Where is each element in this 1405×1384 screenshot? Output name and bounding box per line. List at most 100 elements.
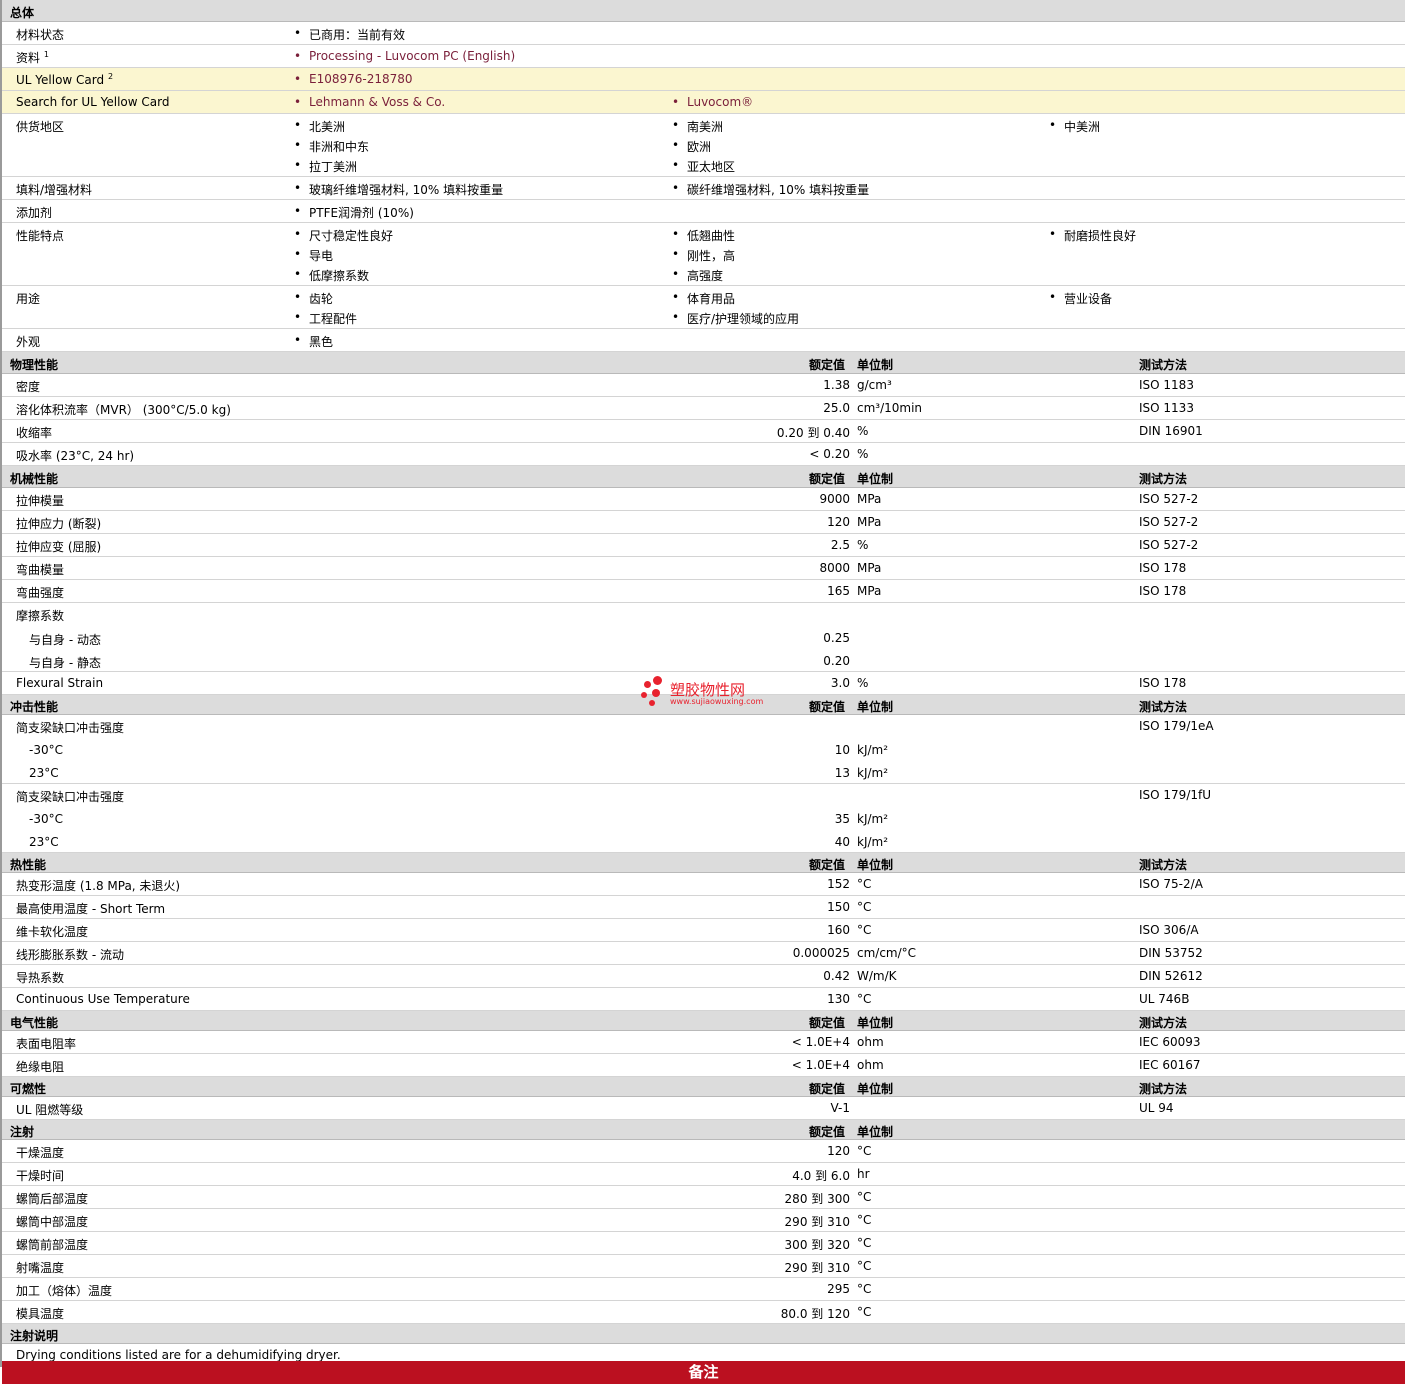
- value: 3.0: [830, 676, 850, 690]
- ul-card-link[interactable]: E108976-218780: [294, 72, 412, 86]
- value: 0.25: [823, 631, 850, 645]
- row-ul-card: UL Yellow Card 2 E108976-218780: [2, 68, 1405, 91]
- row-label: 资料 1: [16, 50, 49, 65]
- electrical-rows: 表面电阻率 < 1.0E+4 ohm IEC 60093 绝缘电阻 < 1.0E+4 ohm…: [2, 1031, 1405, 1077]
- value: < 1.0E+4: [791, 1035, 850, 1049]
- table-row: 螺筒中部温度 290 到 310 °C: [2, 1209, 1405, 1232]
- logo-dot-icon: [644, 681, 651, 688]
- unit: kJ/m²: [857, 743, 889, 757]
- section-header-injection-notes: 注射说明: [2, 1324, 1405, 1344]
- value: 280 到 300: [784, 1192, 850, 1206]
- unit: °C: [857, 900, 872, 914]
- row-label: Continuous Use Temperature: [16, 992, 190, 1006]
- row-appearance: 外观 黑色: [2, 329, 1405, 352]
- section-header-electrical: 电气性能 额定值 单位制 测试方法: [2, 1011, 1405, 1031]
- value: 120: [827, 515, 850, 529]
- test-method: ISO 1133: [1139, 401, 1194, 415]
- list-item: 刚性，高: [672, 247, 735, 264]
- test-method: DIN 16901: [1139, 424, 1203, 438]
- test-method: ISO 178: [1139, 584, 1187, 598]
- value: 2.5: [830, 538, 850, 552]
- value: 9000: [819, 492, 850, 506]
- row-label: 加工（熔体）温度: [16, 1284, 113, 1298]
- value: 150: [827, 900, 850, 914]
- table-row: 弯曲模量 8000 MPa ISO 178: [2, 557, 1405, 580]
- value: 160: [827, 923, 850, 937]
- value: 295: [827, 1282, 850, 1296]
- row-label: 弯曲模量: [16, 563, 65, 577]
- unit: W/m/K: [857, 969, 897, 983]
- table-row: 模具温度 80.0 到 120 °C: [2, 1301, 1405, 1324]
- col-header-value: 额定值: [809, 358, 846, 372]
- row-label: 绝缘电阻: [16, 1060, 65, 1074]
- table-row: 螺筒前部温度 300 到 320 °C: [2, 1232, 1405, 1255]
- test-method: ISO 179/1fU: [1139, 788, 1212, 802]
- value: 80.0 到 120: [780, 1307, 850, 1321]
- table-row: 热变形温度 (1.8 MPa, 未退火) 152 °C ISO 75-2/A: [2, 873, 1405, 896]
- value: < 1.0E+4: [791, 1058, 850, 1072]
- list-item: 碳纤维增强材料, 10% 填料按重量: [672, 181, 869, 198]
- table-row: 线形膨胀系数 - 流动 0.000025 cm/cm/°C DIN 53752: [2, 942, 1405, 965]
- col-header-unit: 单位制: [857, 858, 894, 872]
- value: 300 到 320: [784, 1238, 850, 1252]
- unit: °C: [857, 1259, 872, 1273]
- sub-label: 23°C: [29, 835, 59, 849]
- col-header-value: 额定值: [809, 472, 846, 486]
- footer-remarks-bar[interactable]: 备注: [2, 1361, 1405, 1384]
- unit: ohm: [857, 1058, 884, 1072]
- value: 8000: [819, 561, 850, 575]
- unit: °C: [857, 1236, 872, 1250]
- list-item: 南美洲: [672, 118, 723, 135]
- list-item: 尺寸稳定性良好: [294, 227, 393, 244]
- row-label: Flexural Strain: [16, 676, 104, 690]
- list-item: 医疗/护理领域的应用: [672, 310, 799, 327]
- value: 1.38: [823, 378, 850, 392]
- status-value: 已商用：当前有效: [294, 26, 405, 43]
- list-item: 中美洲: [1049, 118, 1100, 135]
- col-header-test: 测试方法: [1139, 700, 1188, 714]
- value: 0.42: [823, 969, 850, 983]
- unit: °C: [857, 877, 872, 891]
- table-row: UL 阻燃等级 V-1 UL 94: [2, 1097, 1405, 1120]
- value: 40: [834, 835, 850, 849]
- sub-label: -30°C: [29, 743, 63, 757]
- section-title: 冲击性能: [10, 700, 59, 714]
- impact-group: 简支梁缺口冲击强度 ISO 179/1fU -30°C 35 kJ/m² 23°…: [2, 784, 1405, 853]
- list-item: 非洲和中东: [294, 138, 369, 155]
- unit: °C: [857, 1282, 872, 1296]
- row-label: 射嘴温度: [16, 1261, 65, 1275]
- test-method: DIN 53752: [1139, 946, 1203, 960]
- col-header-test: 测试方法: [1139, 358, 1188, 372]
- table-row: 溶化体积流率（MVR） (300°C/5.0 kg) 25.0 cm³/10min I…: [2, 397, 1405, 420]
- unit: MPa: [857, 584, 882, 598]
- logo-dot-icon: [649, 700, 655, 706]
- test-method: UL 746B: [1139, 992, 1190, 1006]
- docs-link[interactable]: Processing - Luvocom PC (English): [294, 49, 515, 63]
- row-label: 模具温度: [16, 1307, 65, 1321]
- row-label: 维卡软化温度: [16, 925, 89, 939]
- col-header-unit: 单位制: [857, 358, 894, 372]
- ul-search-link[interactable]: Luvocom®: [672, 95, 753, 109]
- value: 10: [834, 743, 850, 757]
- row-label: UL 阻燃等级: [16, 1103, 84, 1117]
- sub-label: 与自身 - 动态: [29, 633, 101, 647]
- unit: °C: [857, 1213, 872, 1227]
- row-label: 添加剂: [16, 206, 53, 220]
- row-label: 材料状态: [16, 28, 65, 42]
- table-row: 拉伸应变 (屈服) 2.5% ISO 527-2: [2, 534, 1405, 557]
- row-label: 拉伸模量: [16, 494, 65, 508]
- section-header-general: 总体: [2, 0, 1405, 22]
- unit: °C: [857, 1305, 872, 1319]
- ul-search-link[interactable]: Lehmann & Voss & Co.: [294, 95, 445, 109]
- test-method: ISO 1183: [1139, 378, 1194, 392]
- table-row: 射嘴温度 290 到 310 °C: [2, 1255, 1405, 1278]
- physical-rows: 密度 1.38 g/cm³ ISO 1183 溶化体积流率（MVR） (300°C/5.…: [2, 374, 1405, 466]
- sub-label: 与自身 - 静态: [29, 656, 101, 670]
- unit: MPa: [857, 515, 882, 529]
- unit: kJ/m²: [857, 835, 889, 849]
- col-header-test: 测试方法: [1139, 472, 1188, 486]
- table-row: 维卡软化温度 160 °C ISO 306/A: [2, 919, 1405, 942]
- unit: g/cm³: [857, 378, 892, 392]
- list-item: 玻璃纤维增强材料, 10% 填料按重量: [294, 181, 503, 198]
- col-header-test: 测试方法: [1139, 1082, 1188, 1096]
